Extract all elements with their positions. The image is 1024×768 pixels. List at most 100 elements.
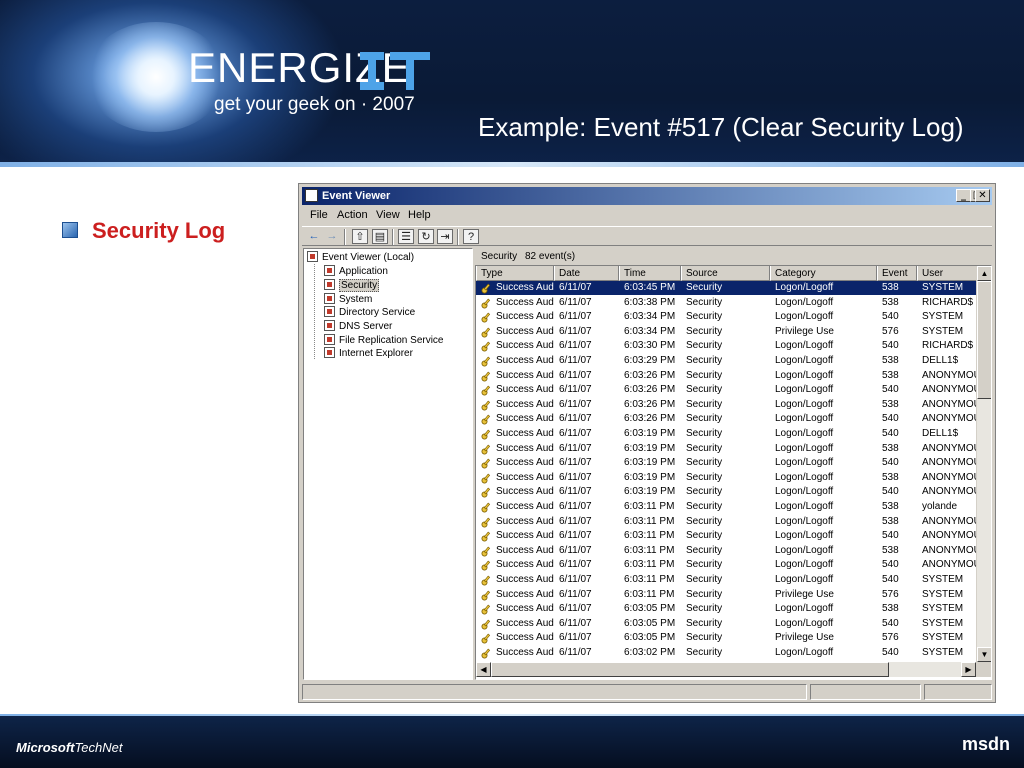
cell-event: 540 [882,617,899,629]
horizontal-scrollbar[interactable]: ◀ ▶ [476,662,976,677]
column-header-event[interactable]: Event [877,266,917,281]
cell-event: 538 [882,398,899,410]
horizontal-scroll-thumb[interactable] [491,662,889,677]
properties-icon[interactable]: ☰ [398,229,414,244]
menu-bar: File Action View Help [302,207,992,225]
table-row[interactable]: Success Audit 6/11/07 6:03:11 PM Security Lo… [476,515,977,529]
tree-item-file-replication-service[interactable]: File Replication Service [324,334,444,347]
cell-date: 6/11/07 [559,413,592,425]
table-row[interactable]: Success Audit 6/11/07 6:03:05 PM Security Lo… [476,602,976,616]
vertical-scrollbar[interactable]: ▲ ▼ [976,266,991,662]
scroll-down-button[interactable]: ▼ [977,647,991,662]
tree-item-directory-service[interactable]: Directory Service [324,306,415,319]
scroll-up-button[interactable]: ▲ [977,266,991,281]
cell-event: 576 [882,632,899,644]
footer-bar [0,716,1024,768]
cell-source: Security [686,617,723,629]
cell-date: 6/11/07 [559,340,592,352]
column-header-user[interactable]: User [917,266,977,281]
column-header-type[interactable]: Type [476,266,554,281]
cell-event: 540 [882,340,899,352]
refresh-icon[interactable]: ↻ [418,229,434,244]
bullet-text: Security Log [92,218,226,243]
back-arrow-icon[interactable]: ← [306,229,322,244]
cell-event: 538 [882,544,899,556]
table-row[interactable]: Success Audit 6/11/07 6:03:11 PM Security Pr… [476,588,976,602]
table-row[interactable]: Success Audit 6/11/07 6:03:34 PM Security Pr… [476,325,976,339]
table-row[interactable]: Success Audit 6/11/07 6:03:02 PM Security Lo… [476,646,976,660]
tree-item-dns-server[interactable]: DNS Server [324,320,392,333]
close-button[interactable]: ✕ [975,189,990,202]
tagline: get your geek on · 2007 [214,94,415,115]
cell-user: ANONYMOUS [922,457,977,469]
menu-view[interactable]: View [376,209,400,221]
cell-source: Security [686,325,723,337]
table-row[interactable]: Success Audit 6/11/07 6:03:45 PM Security Lo… [476,281,976,295]
up-folder-icon[interactable]: ⇧ [352,229,368,244]
table-row[interactable]: Success Audit 6/11/07 6:03:29 PM Security Lo… [476,354,976,368]
scroll-right-button[interactable]: ▶ [961,662,976,677]
cell-date: 6/11/07 [559,544,592,556]
forward-arrow-icon[interactable]: → [324,229,340,244]
window-titlebar[interactable]: Event Viewer _ □ [302,187,992,205]
table-row[interactable]: Success Audit 6/11/07 6:03:19 PM Security Lo… [476,427,976,441]
status-cell-main [302,684,807,700]
column-header-category[interactable]: Category [770,266,877,281]
cell-time: 6:03:11 PM [624,559,675,571]
minimize-button[interactable]: _ [956,189,971,202]
table-row[interactable]: Success Audit 6/11/07 6:03:05 PM Security Lo… [476,617,976,631]
table-row[interactable]: Success Audit 6/11/07 6:03:26 PM Security Lo… [476,369,977,383]
cell-type: Success Audit [496,398,554,410]
table-row[interactable]: Success Audit 6/11/07 6:03:30 PM Security Lo… [476,339,976,353]
cell-date: 6/11/07 [559,617,592,629]
tree-item-security[interactable]: Security [324,279,380,292]
table-row[interactable]: Success Audit 6/11/07 6:03:19 PM Security Lo… [476,456,977,470]
menu-help[interactable]: Help [408,209,431,221]
tree-item-system[interactable]: System [324,293,372,306]
cell-type: Success Audit [496,617,554,629]
column-header-source[interactable]: Source [681,266,770,281]
export-list-icon[interactable]: ⇥ [437,229,453,244]
cell-time: 6:03:26 PM [624,384,676,396]
cell-type: Success Audit [496,428,554,439]
table-row[interactable]: Success Audit 6/11/07 6:03:19 PM Security Lo… [476,471,977,485]
cell-source: Security [686,296,723,308]
table-row[interactable]: Success Audit 6/11/07 6:03:26 PM Security Lo… [476,383,977,397]
table-row[interactable]: Success Audit 6/11/07 6:03:26 PM Security Lo… [476,412,977,426]
cell-category: Logon/Logoff [775,530,834,542]
table-row[interactable]: Success Audit 6/11/07 6:03:11 PM Security Lo… [476,573,976,587]
tree-root-event-viewer-local[interactable]: Event Viewer (Local) [307,251,414,264]
cell-source: Security [686,632,723,644]
cell-event: 538 [882,442,899,454]
table-row[interactable]: Success Audit 6/11/07 6:03:11 PM Security Lo… [476,529,977,543]
table-row[interactable]: Success Audit 6/11/07 6:03:19 PM Security Lo… [476,442,977,456]
table-row[interactable]: Success Audit 6/11/07 6:03:38 PM Security Lo… [476,296,976,310]
show-hide-tree-icon[interactable]: ▤ [372,229,388,244]
table-row[interactable]: Success Audit 6/11/07 6:03:11 PM Security Lo… [476,558,977,572]
scroll-left-button[interactable]: ◀ [476,662,491,677]
table-row[interactable]: Success Audit 6/11/07 6:03:26 PM Security Lo… [476,398,977,412]
cell-category: Logon/Logoff [775,559,834,571]
cell-event: 538 [882,282,899,293]
column-header-time[interactable]: Time [619,266,681,281]
cell-category: Logon/Logoff [775,413,834,425]
table-row[interactable]: Success Audit 6/11/07 6:03:19 PM Security Lo… [476,485,977,499]
window-title: Event Viewer [322,190,391,202]
table-row[interactable]: Success Audit 6/11/07 6:03:05 PM Security Pr… [476,631,976,645]
cell-user: ANONYMOUS [922,559,977,571]
column-header-date[interactable]: Date [554,266,619,281]
cell-category: Privilege Use [775,588,834,600]
help-icon[interactable]: ? [463,229,479,244]
menu-file[interactable]: File [310,209,328,221]
cell-type: Success Audit [496,632,554,644]
menu-action[interactable]: Action [337,209,368,221]
tree-item-internet-explorer[interactable]: Internet Explorer [324,347,413,360]
cell-time: 6:03:11 PM [624,515,675,527]
table-row[interactable]: Success Audit 6/11/07 6:03:11 PM Security Lo… [476,544,977,558]
vertical-scroll-thumb[interactable] [977,281,991,399]
table-row[interactable]: Success Audit 6/11/07 6:03:11 PM Security Lo… [476,500,976,514]
table-row[interactable]: Success Audit 6/11/07 6:03:34 PM Security Lo… [476,310,976,324]
bullet-square-icon [62,222,78,238]
cell-time: 6:03:34 PM [624,325,676,337]
tree-item-application[interactable]: Application [324,265,388,278]
